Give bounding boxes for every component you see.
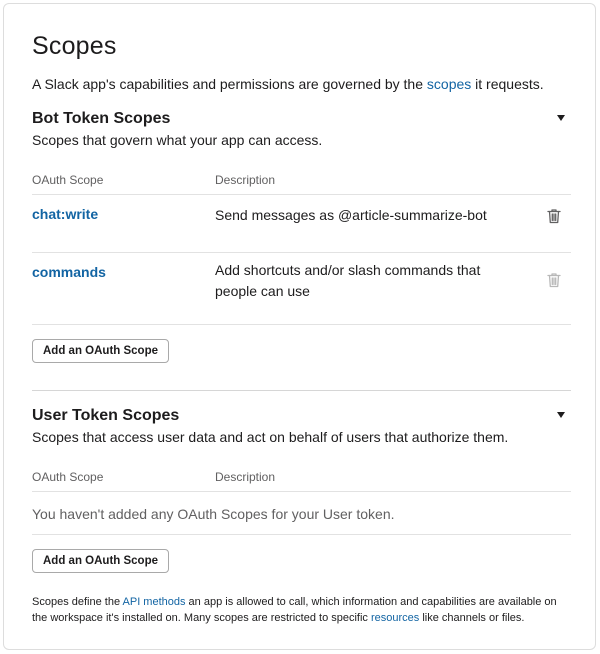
scope-chat-write[interactable]: chat:write xyxy=(32,206,98,222)
intro-text-after: it requests. xyxy=(471,76,544,92)
divider xyxy=(32,491,571,492)
scopes-card: Scopes A Slack app's capabilities and pe… xyxy=(3,3,596,650)
bot-col-oauth-scope: OAuth Scope xyxy=(32,173,104,187)
intro-text: A Slack app's capabilities and permissio… xyxy=(32,76,544,92)
footer-note: Scopes define the API methods an app is … xyxy=(32,594,572,626)
trash-icon[interactable] xyxy=(547,208,561,224)
section-divider xyxy=(32,390,571,391)
user-section-subtitle: Scopes that access user data and act on … xyxy=(32,429,509,445)
bot-col-description: Description xyxy=(215,173,276,187)
caret-down-icon[interactable] xyxy=(557,115,565,121)
scope-chat-write-description: Send messages as @article-summarize-bot xyxy=(215,207,487,223)
divider xyxy=(32,324,571,325)
divider xyxy=(32,534,571,535)
resources-link[interactable]: resources xyxy=(371,612,419,624)
scope-commands[interactable]: commands xyxy=(32,264,106,280)
footer-text-3: like channels or files. xyxy=(419,612,525,624)
add-user-oauth-scope-button[interactable]: Add an OAuth Scope xyxy=(32,549,169,573)
user-section-title: User Token Scopes xyxy=(32,407,180,424)
trash-icon xyxy=(547,273,561,288)
bot-section-title: Bot Token Scopes xyxy=(32,110,171,127)
user-col-description: Description xyxy=(215,470,276,484)
footer-text-1: Scopes define the xyxy=(32,596,123,608)
scopes-link[interactable]: scopes xyxy=(427,76,471,92)
bot-section-subtitle: Scopes that govern what your app can acc… xyxy=(32,132,323,148)
user-scopes-empty-state: You haven't added any OAuth Scopes for y… xyxy=(32,506,395,522)
page-title: Scopes xyxy=(32,32,117,60)
api-methods-link[interactable]: API methods xyxy=(123,596,186,608)
divider xyxy=(32,252,571,253)
user-col-oauth-scope: OAuth Scope xyxy=(32,470,104,484)
scope-commands-description: Add shortcuts and/or slash commands that… xyxy=(215,262,481,299)
caret-down-icon[interactable] xyxy=(557,412,565,418)
divider xyxy=(32,194,571,195)
add-bot-oauth-scope-button[interactable]: Add an OAuth Scope xyxy=(32,339,169,363)
intro-text-before: A Slack app's capabilities and permissio… xyxy=(32,76,427,92)
